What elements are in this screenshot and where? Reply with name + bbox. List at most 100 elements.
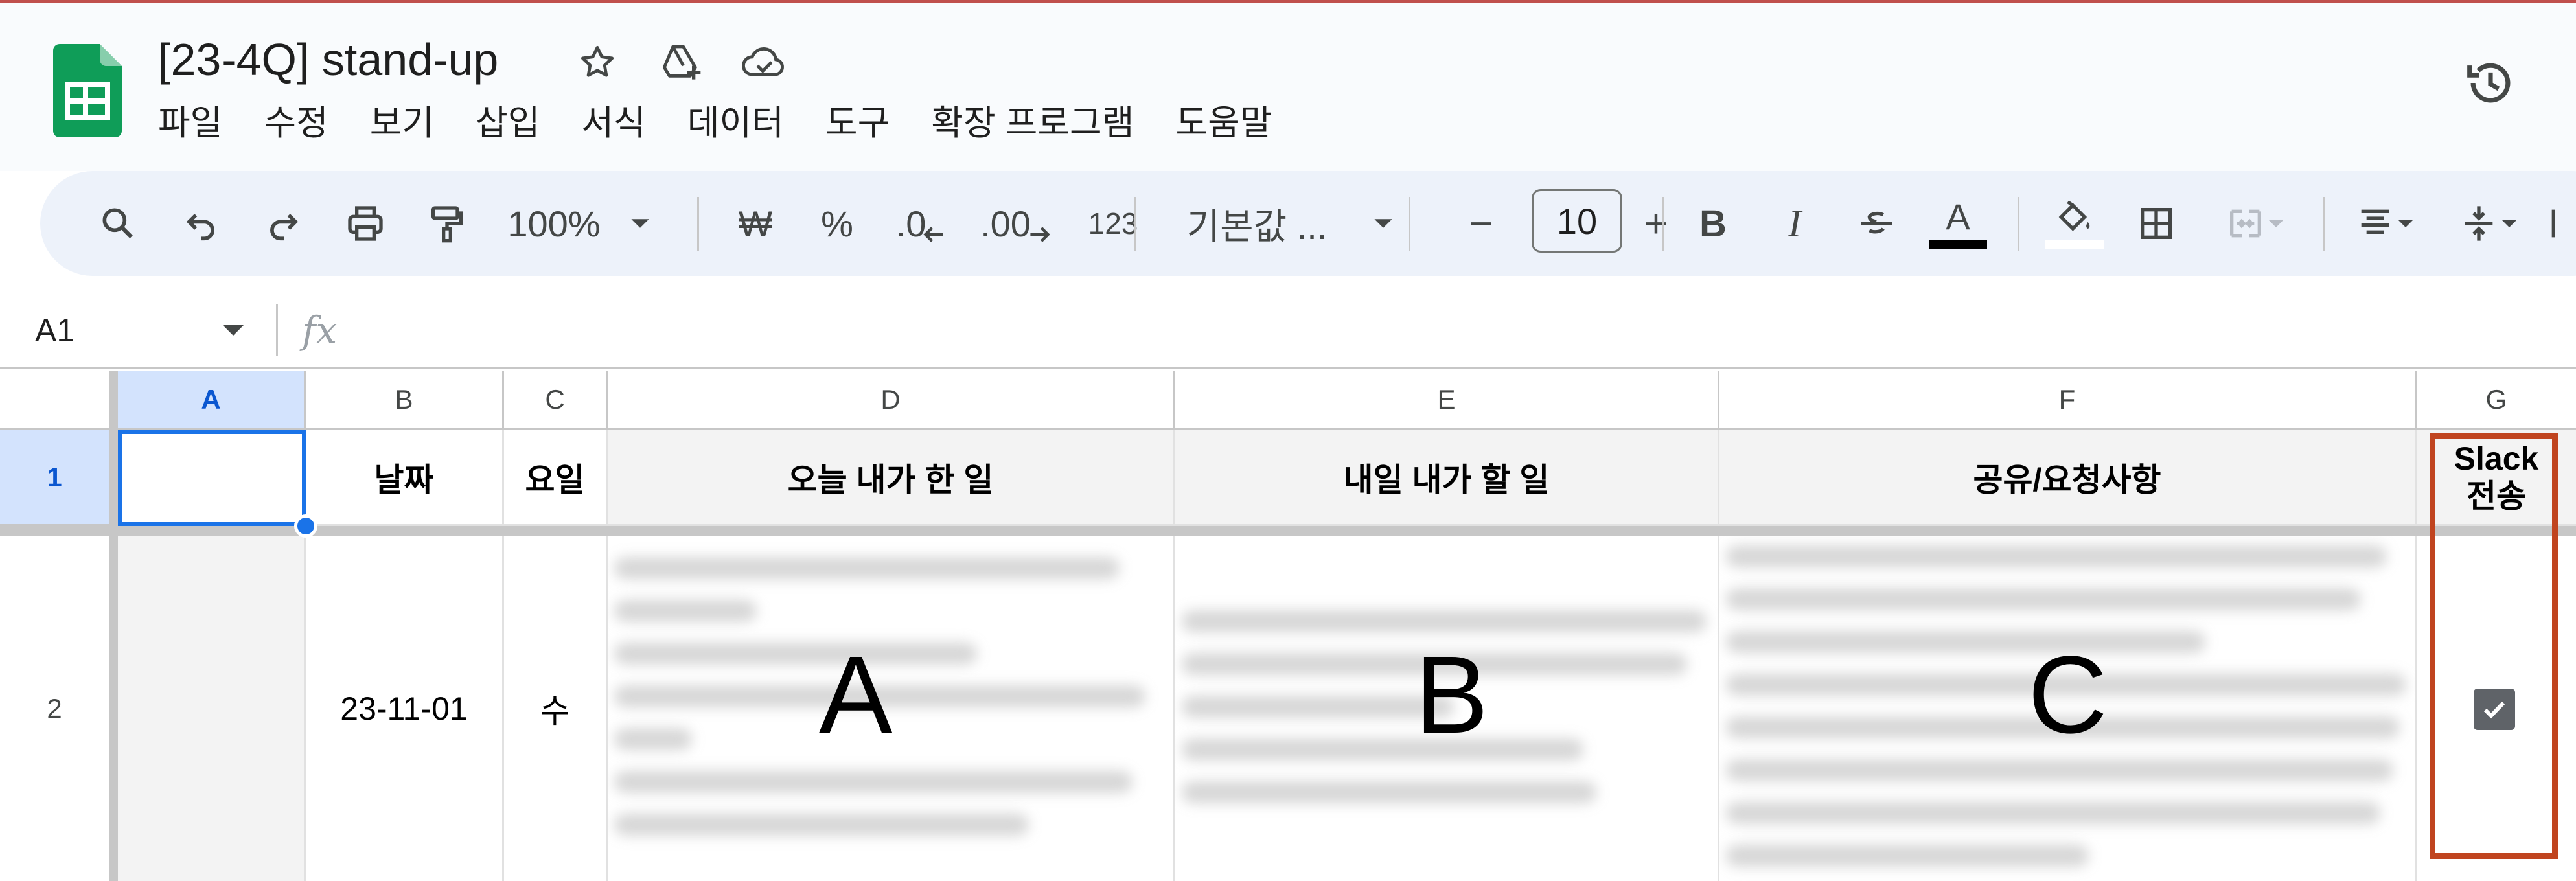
overlay-label-a: A xyxy=(819,634,893,757)
menu-tools[interactable]: 도구 xyxy=(825,97,890,149)
cell-a2[interactable] xyxy=(118,536,306,881)
chevron-down-icon xyxy=(631,219,649,228)
font-family-value: 기본값 ... xyxy=(1186,205,1328,247)
menu-bar: 파일 수정 보기 삽입 서식 데이터 도구 확장 프로그램 도움말 xyxy=(158,97,1313,149)
chevron-down-icon xyxy=(2398,220,2413,227)
fill-color-swatch xyxy=(2045,240,2104,249)
paint-format-icon[interactable] xyxy=(415,171,479,276)
horizontal-align-icon[interactable] xyxy=(2336,171,2433,276)
vertical-align-icon[interactable] xyxy=(2440,171,2537,276)
decrease-font-size-button[interactable]: − xyxy=(1449,171,1513,276)
column-header-f[interactable]: F xyxy=(1719,371,2417,430)
chevron-down-icon xyxy=(2501,220,2517,227)
redacted-text xyxy=(614,600,757,622)
name-box[interactable]: A1 xyxy=(35,310,75,351)
fx-icon: fx xyxy=(302,308,338,352)
column-header-c[interactable]: C xyxy=(504,371,608,430)
fill-handle[interactable] xyxy=(294,514,317,538)
version-history-icon[interactable] xyxy=(2459,52,2522,114)
chevron-down-icon xyxy=(1374,219,1392,228)
font-size-input[interactable]: 10 xyxy=(1532,189,1622,253)
toolbar-divider xyxy=(1409,197,1410,251)
italic-button[interactable]: I xyxy=(1762,171,1827,276)
fill-color-button[interactable] xyxy=(2042,171,2107,276)
redacted-text xyxy=(1182,781,1596,803)
redacted-text xyxy=(1182,610,1707,632)
toolbar-divider xyxy=(2018,197,2019,251)
formula-divider xyxy=(276,304,278,356)
undo-icon[interactable] xyxy=(168,171,233,276)
cell-b1-date-header[interactable]: 날짜 xyxy=(306,430,504,526)
overlay-label-b: B xyxy=(1415,634,1489,757)
font-family-select[interactable]: 기본값 ... xyxy=(1167,171,1414,276)
star-icon[interactable] xyxy=(571,36,623,88)
borders-icon[interactable] xyxy=(2124,171,2189,276)
cell-c1-weekday-header[interactable]: 요일 xyxy=(504,430,608,526)
column-header-g[interactable]: G xyxy=(2417,371,2576,430)
text-color-swatch xyxy=(1929,240,1987,249)
frozen-row-divider[interactable] xyxy=(0,526,2576,536)
formula-bar: A1 fx xyxy=(0,292,2576,369)
paint-bucket-icon xyxy=(2058,200,2090,231)
text-wrap-icon[interactable] xyxy=(2542,171,2568,276)
zoom-select[interactable]: 100% xyxy=(501,171,657,276)
cell-e1-todo-tomorrow-header[interactable]: 내일 내가 할 일 xyxy=(1175,430,1719,526)
redacted-text xyxy=(614,557,1120,579)
merge-cells-icon[interactable] xyxy=(2207,171,2304,276)
chevron-down-icon[interactable] xyxy=(220,315,246,346)
redacted-text xyxy=(1726,631,2205,653)
chevron-down-icon xyxy=(2268,220,2284,227)
redacted-text xyxy=(1726,759,2393,781)
column-header-e[interactable]: E xyxy=(1175,371,1719,430)
redacted-text xyxy=(614,728,692,750)
increase-font-size-button[interactable]: + xyxy=(1624,171,1688,276)
redacted-text xyxy=(614,771,1133,793)
text-color-button[interactable]: A xyxy=(1926,171,1990,276)
menu-file[interactable]: 파일 xyxy=(158,97,222,149)
spreadsheet-grid: A B C D E F G 1 2 날짜 요일 오늘 내가 한 일 내일 내가 … xyxy=(0,371,2576,881)
menu-data[interactable]: 데이터 xyxy=(687,97,784,149)
more-formats-button[interactable]: 123 xyxy=(1074,171,1152,276)
column-header-d[interactable]: D xyxy=(608,371,1175,430)
strikethrough-icon[interactable] xyxy=(1844,171,1909,276)
row-header-2[interactable]: 2 xyxy=(0,536,118,881)
toolbar-divider xyxy=(1134,197,1136,251)
column-header-b[interactable]: B xyxy=(306,371,504,430)
select-all-corner[interactable] xyxy=(0,371,118,430)
menu-help[interactable]: 도움말 xyxy=(1175,97,1272,149)
search-menus-icon[interactable] xyxy=(86,171,150,276)
bold-button[interactable]: B xyxy=(1681,171,1745,276)
app-header: [23-4Q] stand-up 파일 수정 보기 삽입 서식 데이터 도구 확… xyxy=(0,3,2576,171)
google-sheets-logo-icon[interactable] xyxy=(53,44,122,137)
cell-d1-done-today-header[interactable]: 오늘 내가 한 일 xyxy=(608,430,1175,526)
column-header-a[interactable]: A xyxy=(118,371,306,430)
arrow-left-icon xyxy=(923,227,943,242)
cell-f2-share-request[interactable]: C xyxy=(1719,536,2417,881)
redacted-text xyxy=(1726,845,2089,867)
toolbar-divider xyxy=(697,197,699,251)
increase-decimal-button[interactable]: .00 xyxy=(973,171,1057,276)
move-to-drive-icon[interactable] xyxy=(656,36,707,88)
cell-e2-todo-tomorrow[interactable]: B xyxy=(1175,536,1719,881)
document-title[interactable]: [23-4Q] stand-up xyxy=(158,29,498,91)
cell-a1[interactable] xyxy=(118,430,306,526)
menu-view[interactable]: 보기 xyxy=(370,97,434,149)
format-percent-button[interactable]: % xyxy=(805,171,869,276)
print-icon[interactable] xyxy=(333,171,398,276)
format-currency-button[interactable]: ₩ xyxy=(723,171,788,276)
cell-c2-weekday[interactable]: 수 xyxy=(504,536,608,881)
cloud-status-icon[interactable] xyxy=(739,36,790,88)
row-header-1[interactable]: 1 xyxy=(0,430,118,526)
menu-edit[interactable]: 수정 xyxy=(264,97,328,149)
menu-format[interactable]: 서식 xyxy=(582,97,646,149)
decrease-decimal-button[interactable]: .0 xyxy=(885,171,956,276)
redacted-text xyxy=(1182,738,1583,761)
redo-icon[interactable] xyxy=(251,171,316,276)
menu-extensions[interactable]: 확장 프로그램 xyxy=(931,97,1134,149)
overlay-label-c: C xyxy=(2028,634,2108,757)
cell-b2-date[interactable]: 23-11-01 xyxy=(306,536,504,881)
cell-f1-share-request-header[interactable]: 공유/요청사항 xyxy=(1719,430,2417,526)
cell-d2-done-today[interactable]: A xyxy=(608,536,1175,881)
menu-insert[interactable]: 삽입 xyxy=(476,97,540,149)
redacted-text xyxy=(1726,588,2361,610)
